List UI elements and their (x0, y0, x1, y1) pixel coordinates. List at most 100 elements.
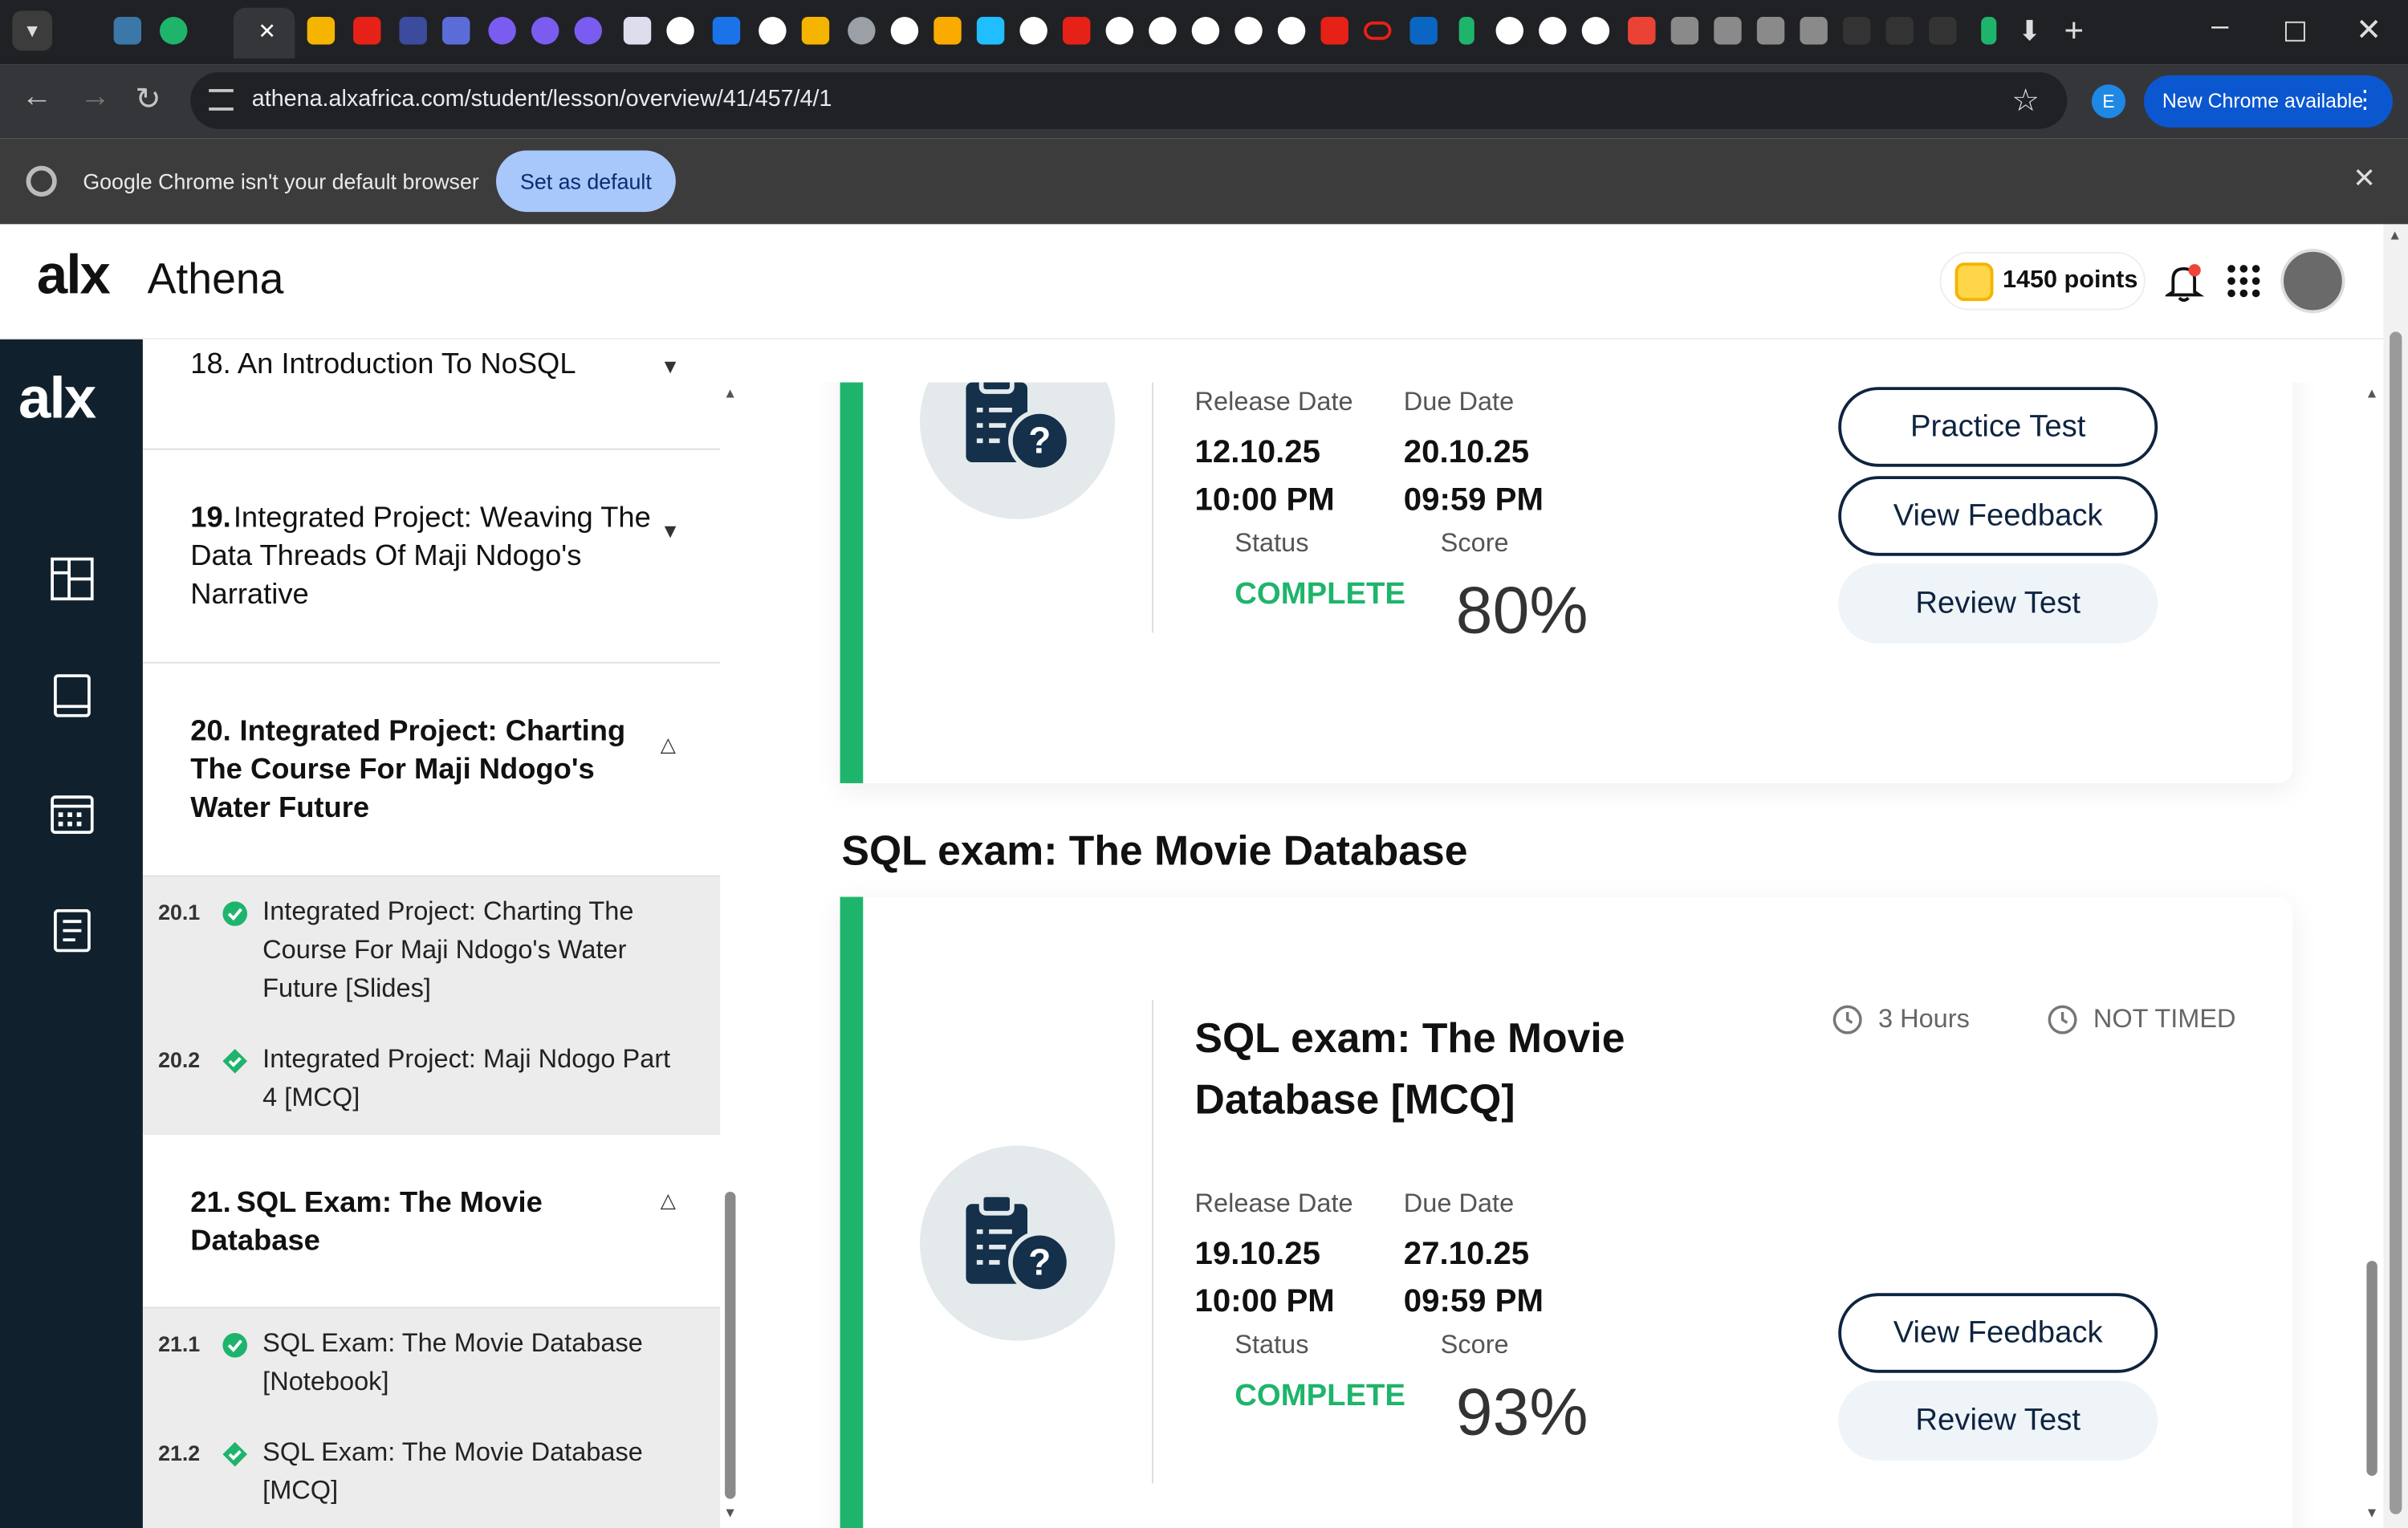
main-scrollbar[interactable]: ▲ ▼ (2361, 382, 2384, 1528)
tab-favicon-github-icon[interactable] (1019, 17, 1047, 45)
outline-section-18[interactable]: 18. An Introduction To NoSQL ▼ (142, 339, 721, 450)
tab-favicon-python-icon[interactable] (113, 17, 142, 45)
tab-favicon-github-icon[interactable] (666, 17, 694, 45)
book-icon[interactable] (53, 674, 91, 717)
tab-favicon-alx-icon[interactable] (1885, 17, 1914, 45)
omnibox[interactable]: athena.alxafrica.com/student/lesson/over… (190, 71, 2068, 129)
tab-favicon-github-icon[interactable] (1235, 17, 1263, 45)
outline-section-21[interactable]: 21. SQL Exam: The Movie Database △ (142, 1135, 721, 1309)
tab-favicon-upwork-icon[interactable] (1581, 17, 1610, 45)
alx-logo[interactable]: alx (37, 242, 111, 307)
tab-favicon-avatar-icon[interactable] (1714, 17, 1742, 45)
list-item[interactable]: 21.1 SQL Exam: The Movie Database [Noteb… (143, 1324, 720, 1410)
set-default-button[interactable]: Set as default (495, 150, 676, 213)
update-chrome-button[interactable]: New Chrome available ⋮ (2143, 75, 2393, 128)
scrollbar-thumb[interactable] (2366, 1261, 2377, 1476)
tab-favicon-k-icon[interactable] (976, 17, 1005, 45)
tab-favicon-upwork-icon[interactable] (1495, 17, 1523, 45)
scrollbar-thumb[interactable] (725, 1191, 736, 1499)
view-feedback-button[interactable]: View Feedback (1838, 476, 2158, 556)
tab-favicon-drive-icon[interactable] (307, 17, 336, 45)
calendar-icon[interactable] (51, 791, 94, 835)
tab-favicon-alx-icon[interactable] (1842, 17, 1871, 45)
divider (1151, 382, 1153, 633)
tab-favicon-youtube-icon[interactable] (1063, 17, 1091, 45)
tab-favicon-github-icon[interactable] (1149, 17, 1177, 45)
scroll-down-arrow[interactable]: ▼ (2365, 1505, 2378, 1520)
tab-favicon-globe-icon[interactable] (848, 17, 876, 45)
clipboard-question-icon: ? (966, 382, 1071, 472)
profile-avatar[interactable]: E (2091, 84, 2126, 119)
score-label: Score (1440, 1330, 1509, 1359)
scroll-up-arrow[interactable]: ▲ (2388, 227, 2402, 242)
notification-bell-icon[interactable] (2165, 261, 2206, 304)
chevron-up-icon: △ (660, 1189, 676, 1212)
back-button[interactable]: ← (22, 80, 52, 116)
tab-favicon-avatar-icon[interactable] (1670, 17, 1699, 45)
tab-favicon-drive-icon[interactable] (801, 17, 830, 45)
list-item[interactable]: 20.2 Integrated Project: Maji Ndogo Part… (143, 1040, 720, 1126)
tab-favicon-app-icon[interactable] (934, 17, 962, 45)
tab-close-icon[interactable]: ✕ (258, 18, 275, 45)
due-time: 09:59 PM (1403, 482, 1544, 518)
infobar-close-icon[interactable]: ✕ (2353, 163, 2376, 195)
document-icon[interactable] (53, 908, 91, 953)
forward-button[interactable]: → (79, 80, 110, 116)
update-chrome-label: New Chrome available (2162, 88, 2364, 112)
rail-alx-logo[interactable]: alx (18, 367, 96, 433)
tab-favicon-github-icon[interactable] (759, 17, 787, 45)
outline-section-20[interactable]: 20. Integrated Project: Charting The Cou… (142, 663, 721, 877)
view-feedback-button[interactable]: View Feedback (1838, 1293, 2158, 1373)
tab-favicon-upwork-icon[interactable] (1539, 17, 1567, 45)
url-text[interactable]: athena.alxafrica.com/student/lesson/over… (252, 86, 832, 112)
tab-favicon-github-icon[interactable] (1191, 17, 1220, 45)
download-icon[interactable]: ⬇ (2018, 15, 2041, 47)
bookmark-star-icon[interactable]: ☆ (2011, 81, 2039, 120)
tab-favicon-alx-icon[interactable] (1929, 17, 1957, 45)
tab-search-button[interactable]: ▼ (12, 10, 53, 51)
clock-icon (2048, 1005, 2077, 1034)
scroll-up-arrow[interactable]: ▲ (2365, 385, 2378, 400)
tab-favicon-github-icon[interactable] (1277, 17, 1306, 45)
list-item[interactable]: 21.2 SQL Exam: The Movie Database [MCQ] (143, 1432, 720, 1518)
tab-favicon-pin-icon[interactable] (574, 17, 603, 45)
apps-grid-icon[interactable] (2227, 264, 2260, 298)
new-tab-button[interactable]: + (2064, 10, 2084, 51)
restore-button[interactable] (2284, 21, 2305, 42)
tab-favicon-avatar-icon[interactable] (1756, 17, 1785, 45)
tab-favicon-mic-icon[interactable] (1981, 17, 1997, 45)
tab-favicon-pin-icon[interactable] (488, 17, 516, 45)
outline-section-19[interactable]: 19. Integrated Project: Weaving The Data… (142, 449, 721, 664)
tab-favicon-green-icon[interactable] (159, 17, 188, 45)
review-test-button[interactable]: Review Test (1838, 563, 2158, 644)
tab-favicon-linkedin-icon[interactable] (1409, 17, 1438, 45)
list-item[interactable]: 20.1 Integrated Project: Charting The Co… (143, 892, 720, 1015)
tab-favicon-a-icon[interactable] (712, 17, 741, 45)
tab-favicon-github-icon[interactable] (890, 17, 919, 45)
tab-favicon-gmail-icon[interactable] (1628, 17, 1656, 45)
practice-test-button[interactable]: Practice Test (1838, 387, 2158, 467)
tab-favicon-github-icon[interactable] (1105, 17, 1134, 45)
dashboard-icon[interactable] (51, 557, 94, 601)
scrollbar-thumb[interactable] (2390, 331, 2402, 1514)
tab-favicon-book-icon[interactable] (623, 17, 652, 45)
points-badge[interactable]: 1450 points (1939, 251, 2146, 311)
review-test-button[interactable]: Review Test (1838, 1380, 2158, 1461)
reload-button[interactable]: ↻ (135, 80, 161, 119)
scroll-down-arrow[interactable]: ▼ (723, 1505, 737, 1520)
tab-favicon-pin-icon[interactable] (531, 17, 559, 45)
page-scrollbar[interactable]: ▲ (2383, 224, 2408, 1528)
tab-favicon-person-icon[interactable] (442, 17, 470, 45)
tab-favicon-d-icon[interactable] (399, 17, 427, 45)
tab-favicon-mic-icon[interactable] (1458, 17, 1474, 45)
close-window-button[interactable]: ✕ (2356, 10, 2382, 49)
user-avatar[interactable] (2280, 249, 2345, 314)
minimize-button[interactable]: – (2211, 9, 2228, 44)
outline-scrollbar[interactable]: ▲ ▼ (720, 382, 742, 1528)
tab-favicon-oracle-icon[interactable] (1364, 21, 1392, 40)
tab-favicon-youtube-icon[interactable] (1320, 17, 1348, 45)
tab-favicon-avatar-icon[interactable] (1800, 17, 1828, 45)
scroll-up-arrow[interactable]: ▲ (723, 385, 737, 400)
tab-favicon-youtube-icon[interactable] (353, 17, 381, 45)
site-info-icon[interactable] (209, 88, 234, 111)
